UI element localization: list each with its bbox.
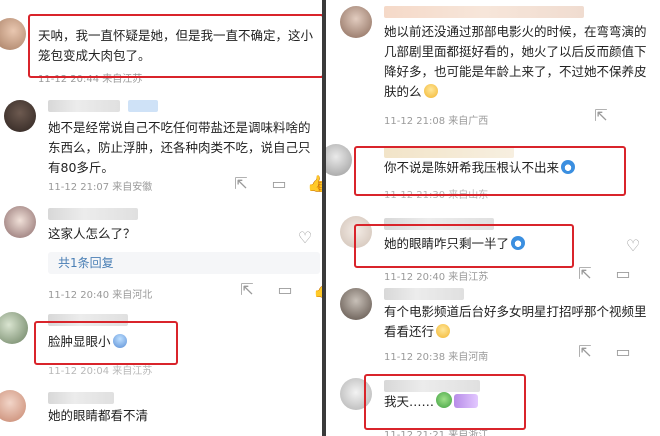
comment-text-content: 我天…… (384, 394, 435, 409)
comment-text: 她的眼睛都看不清 (48, 408, 149, 423)
comment-item: 她的眼睛都看不清 (0, 380, 322, 436)
comment-item: 脸肿显眼小 11-12 20:04 来自江苏 (0, 304, 322, 378)
comment-text: 这家人怎么了？ (48, 226, 136, 241)
username-blurred[interactable] (384, 6, 584, 18)
avatar[interactable] (326, 144, 352, 176)
username-blurred[interactable] (384, 218, 494, 230)
share-icon[interactable]: ⇱ (594, 106, 608, 125)
badge-blurred (128, 100, 158, 112)
comment-meta: 11-12 20:40 来自江苏 (384, 272, 489, 283)
like-icon[interactable]: 👍 (307, 174, 322, 193)
comment-meta: 11-12 21:07 来自安徽 (48, 182, 153, 193)
comment-text-content: 她的眼睛咋只剩一半了 (384, 236, 510, 251)
comment-text-content: 有个电影频道后台好多女明星打招呼那个视频里看看还行 (384, 304, 647, 339)
username-blurred[interactable] (48, 208, 138, 220)
comment-icon[interactable]: ▭ (277, 280, 292, 299)
comment-item: 她以前还没通过那部电影火的时候，在弯弯演的几部剧里面都挺好看的，她火了以后反而颜… (326, 0, 660, 127)
left-comment-panel: 天呐，我一直怀疑是她，但是我一直不确定，这小笼包变成大肉包了。 11-12 20… (0, 0, 322, 436)
comment-item: 这家人怎么了？ ♡ 共1条回复 11-12 20:40 来自河北 ⇱ ▭ 👍 (0, 200, 322, 301)
sticker-icon (454, 394, 479, 408)
comment-actions: ⇱ ▭ (578, 264, 630, 283)
smile-emoji-icon (423, 84, 438, 98)
shocked-emoji-icon (112, 334, 127, 348)
like-icon[interactable]: ♡ (298, 228, 312, 247)
share-icon[interactable]: ⇱ (578, 264, 592, 283)
avatar[interactable] (0, 18, 26, 50)
comment-text: 我天…… (384, 392, 479, 412)
avatar[interactable] (340, 6, 372, 38)
username-blurred[interactable] (384, 380, 480, 392)
reply-link[interactable]: 共1条回复 (48, 252, 320, 274)
comment-icon[interactable]: ▭ (615, 264, 630, 283)
share-icon[interactable]: ⇱ (240, 280, 254, 299)
comment-meta: 11-12 20:04 来自江苏 (48, 366, 153, 377)
like-icon[interactable]: ♡ (626, 236, 640, 255)
comment-item: 天呐，我一直怀疑是她，但是我一直不确定，这小笼包变成大肉包了。 11-12 20… (0, 0, 322, 86)
comment-text-content: 脸肿显眼小 (48, 334, 111, 349)
username-blurred[interactable] (48, 392, 114, 404)
comment-text-content: 你不说是陈妍希我压根认不出来 (384, 160, 560, 175)
comment-meta: 11-12 20:44 来自江苏 (38, 74, 143, 85)
comment-text: 脸肿显眼小 (48, 332, 127, 352)
comment-actions: ⇱ (594, 106, 608, 125)
comment-item: 她的眼睛咋只剩一半了 ♡ 11-12 20:40 来自江苏 ⇱ ▭ (326, 210, 660, 284)
comment-actions: ⇱ ▭ (578, 342, 630, 361)
comment-item: 她不是经常说自己不吃任何带盐还是调味料啥的东西么，防止浮肿，还各种肉类不吃，说自… (0, 88, 322, 200)
laugh-emoji-icon (436, 324, 451, 338)
comment-meta: 11-12 20:38 来自河南 (384, 352, 489, 363)
username-blurred[interactable] (384, 288, 464, 300)
right-comment-panel: 她以前还没通过那部电影火的时候，在弯弯演的几部剧里面都挺好看的，她火了以后反而颜… (326, 0, 660, 436)
comment-text: 有个电影频道后台好多女明星打招呼那个视频里看看还行 (384, 302, 654, 342)
avatar[interactable] (340, 216, 372, 248)
comment-text: 她的眼睛咋只剩一半了 (384, 234, 526, 254)
comment-text: 她以前还没通过那部电影火的时候，在弯弯演的几部剧里面都挺好看的，她火了以后反而颜… (384, 22, 654, 102)
comment-icon[interactable]: ▭ (271, 174, 286, 193)
comment-text: 她不是经常说自己不吃任何带盐还是调味料啥的东西么，防止浮肿，还各种肉类不吃，说自… (48, 120, 311, 175)
comment-item: 你不说是陈妍希我压根认不出来 11-12 21:30 来自山东 (326, 130, 660, 206)
comment-icon[interactable]: ▭ (615, 342, 630, 361)
comment-meta: 11-12 20:40 来自河北 (48, 290, 153, 301)
comment-item: 我天…… 11-12 21:21 来自浙江 (326, 370, 660, 436)
comment-meta: 11-12 21:08 来自广西 (384, 116, 489, 127)
avatar[interactable] (340, 378, 372, 410)
comment-item: 有个电影频道后台好多女明星打招呼那个视频里看看还行 11-12 20:38 来自… (326, 284, 660, 372)
avatar[interactable] (340, 288, 372, 320)
comment-text: 天呐，我一直怀疑是她，但是我一直不确定，这小笼包变成大肉包了。 (38, 28, 314, 63)
share-icon[interactable]: ⇱ (578, 342, 592, 361)
comment-text: 你不说是陈妍希我压根认不出来 (384, 158, 576, 178)
comment-meta: 11-12 21:21 来自浙江 (384, 430, 489, 436)
avatar[interactable] (0, 312, 28, 344)
username-blurred[interactable] (48, 100, 120, 112)
avatar[interactable] (4, 100, 36, 132)
share-icon[interactable]: ⇱ (234, 174, 248, 193)
avatar[interactable] (0, 390, 26, 422)
avatar[interactable] (4, 206, 36, 238)
doraemon-emoji-icon (561, 160, 576, 174)
frog-emoji-icon (436, 392, 453, 408)
username-blurred[interactable] (384, 146, 514, 158)
comment-actions: ⇱ ▭ 👍 49 (234, 174, 322, 193)
doraemon-emoji-icon (511, 236, 526, 250)
comment-actions: ⇱ ▭ 👍 (240, 280, 322, 299)
comment-meta: 11-12 21:30 来自山东 (384, 190, 489, 201)
username-blurred[interactable] (48, 314, 128, 326)
